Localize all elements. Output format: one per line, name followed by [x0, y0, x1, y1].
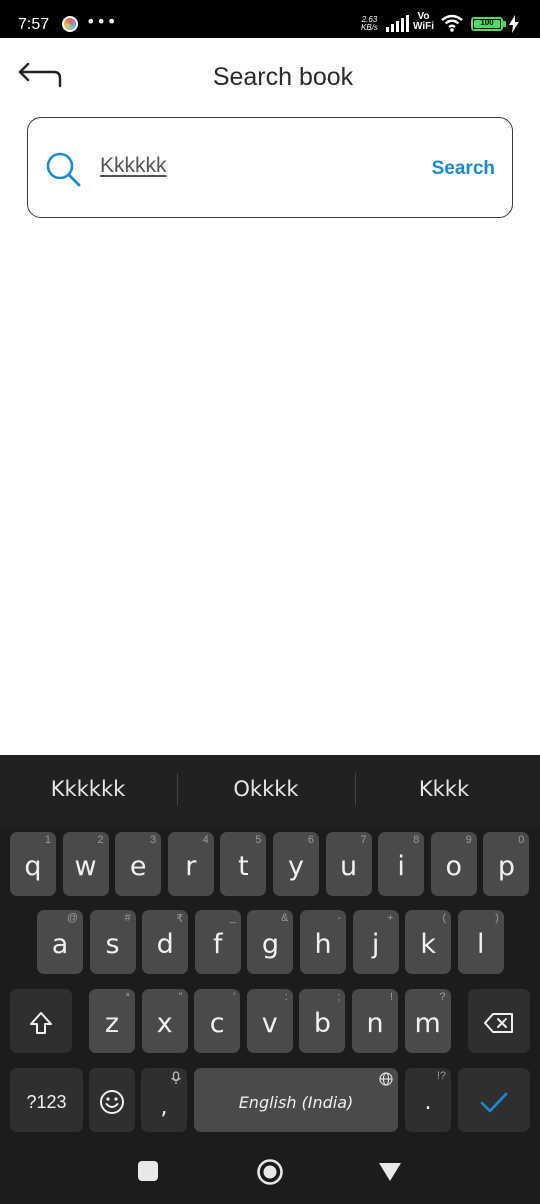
- key-label: o: [445, 850, 463, 882]
- keyboard: Kkkkkk Okkkk Kkkk ?123 , English (India)…: [0, 755, 540, 1204]
- comma-key[interactable]: ,: [141, 1068, 187, 1132]
- key-label: i: [397, 850, 405, 882]
- checkmark-icon: [480, 1092, 508, 1113]
- home-circle-icon[interactable]: [256, 1158, 284, 1186]
- key-label: v: [261, 1007, 278, 1039]
- key-label: g: [261, 928, 279, 960]
- recents-square-icon[interactable]: [138, 1161, 158, 1181]
- backspace-icon: [484, 1013, 513, 1033]
- key-label: c: [209, 1007, 225, 1039]
- key-z[interactable]: * z: [89, 989, 135, 1053]
- key-label: u: [340, 850, 358, 882]
- key-r[interactable]: 4r: [167, 832, 214, 896]
- backspace-key[interactable]: [468, 989, 530, 1053]
- search-input[interactable]: Kkkkkk: [100, 154, 167, 178]
- status-bar: 7:57 ••• 2.63 KB/s Vo WiFi 100: [0, 0, 540, 38]
- emoji-icon: [100, 1090, 124, 1114]
- cell-signal-icon: [386, 15, 409, 32]
- suggestion-1[interactable]: Kkkkkk: [20, 777, 156, 801]
- key-t[interactable]: 5t: [220, 832, 267, 896]
- key-b[interactable]: ; b: [299, 989, 346, 1053]
- key-label: y: [288, 850, 304, 882]
- key-f[interactable]: _ f: [194, 910, 241, 974]
- key-label: t: [238, 850, 249, 882]
- suggestion-2[interactable]: Okkkk: [198, 777, 334, 801]
- key-label: a: [51, 928, 69, 960]
- suggestion-bar: Kkkkkk Okkkk Kkkk: [0, 755, 540, 827]
- key-label: r: [185, 850, 197, 882]
- key-label: w: [74, 850, 97, 882]
- key-x[interactable]: " x: [141, 989, 188, 1053]
- search-icon: [46, 152, 81, 187]
- key-label: l: [477, 928, 485, 960]
- key-label: x: [156, 1007, 173, 1039]
- suggestion-divider: [177, 773, 178, 805]
- key-w[interactable]: 2w: [62, 832, 109, 896]
- key-label: z: [104, 1007, 120, 1039]
- more-notifications-icon: •••: [86, 12, 118, 31]
- battery-level: 100: [480, 18, 494, 27]
- network-speed-unit: KB/s: [361, 23, 378, 32]
- key-label: d: [156, 928, 174, 960]
- vowifi-indicator: Vo WiFi: [413, 12, 434, 32]
- key-label: q: [24, 850, 42, 882]
- key-label: n: [366, 1007, 384, 1039]
- symbols-key[interactable]: ?123: [10, 1068, 83, 1132]
- navigation-bar: [0, 1140, 540, 1204]
- key-m[interactable]: ? m: [404, 989, 451, 1053]
- emoji-key[interactable]: [89, 1068, 135, 1132]
- key-label: f: [213, 928, 223, 960]
- key-d[interactable]: ₹ d: [142, 910, 189, 974]
- key-y[interactable]: 6y: [273, 832, 319, 896]
- key-s[interactable]: # s: [89, 910, 136, 974]
- key-i[interactable]: 8i: [378, 832, 425, 896]
- key-j[interactable]: + j: [352, 910, 399, 974]
- shift-key[interactable]: [10, 989, 72, 1053]
- wifi-icon: [441, 14, 463, 32]
- key-o[interactable]: 9o: [430, 832, 477, 896]
- charging-icon: [509, 15, 519, 33]
- back-triangle-icon[interactable]: [378, 1162, 402, 1182]
- vowifi-bottom: WiFi: [413, 21, 435, 32]
- key-k[interactable]: (k: [405, 910, 452, 974]
- key-label: s: [105, 928, 120, 960]
- period-label: .: [424, 1089, 432, 1115]
- key-q[interactable]: 1q: [10, 832, 56, 896]
- key-a[interactable]: @ a: [37, 910, 83, 974]
- shift-icon: [30, 1012, 52, 1034]
- key-v[interactable]: :v: [246, 989, 293, 1053]
- network-speed: 2.63 KB/s: [361, 16, 378, 32]
- battery-tip: [503, 21, 506, 27]
- status-time: 7:57: [18, 16, 50, 33]
- key-u[interactable]: 7u: [325, 832, 372, 896]
- key-label: h: [314, 928, 332, 960]
- key-label: e: [129, 850, 147, 882]
- key-label: j: [371, 928, 380, 960]
- key-g[interactable]: & g: [247, 910, 294, 974]
- comma-label: ,: [160, 1094, 168, 1120]
- key-e[interactable]: 3e: [115, 832, 162, 896]
- space-key[interactable]: English (India): [194, 1068, 398, 1132]
- symbols-label: ?123: [26, 1091, 67, 1112]
- suggestion-divider: [355, 773, 356, 805]
- page-title: Search book: [212, 63, 354, 91]
- key-l[interactable]: ) l: [457, 910, 504, 974]
- key-c[interactable]: ' c: [194, 989, 241, 1053]
- search-button[interactable]: Search: [432, 158, 495, 180]
- period-key[interactable]: !? .: [405, 1068, 451, 1132]
- enter-key[interactable]: [458, 1068, 530, 1132]
- key-n[interactable]: ! n: [352, 989, 398, 1053]
- key-label: p: [497, 850, 515, 882]
- key-label: k: [420, 928, 436, 960]
- search-box[interactable]: Kkkkkk Search: [27, 117, 513, 218]
- suggestion-3[interactable]: Kkkk: [376, 777, 512, 801]
- key-p[interactable]: 0p: [483, 832, 530, 896]
- key-label: m: [414, 1007, 441, 1039]
- battery-icon: 100: [471, 17, 503, 31]
- app-notification-icon: [62, 16, 78, 32]
- key-label: b: [313, 1007, 331, 1039]
- key-h[interactable]: -h: [300, 910, 346, 974]
- space-label: English (India): [238, 1092, 354, 1112]
